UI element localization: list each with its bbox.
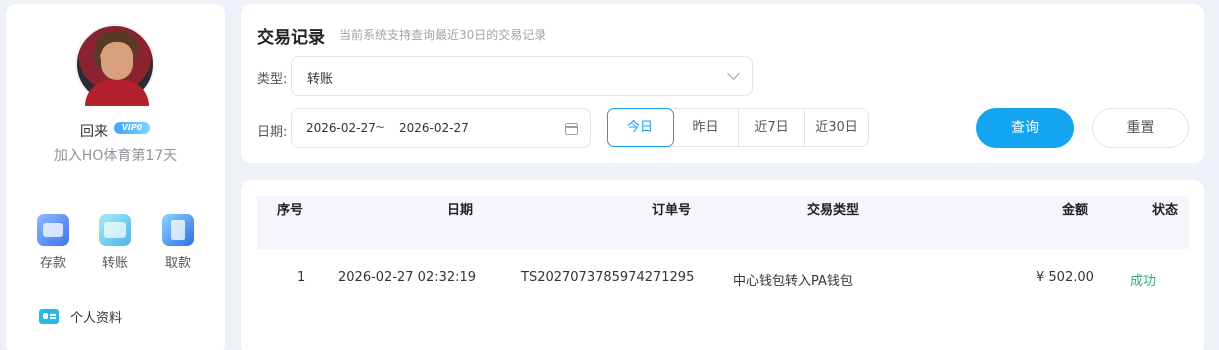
table-header-row: [257, 196, 1189, 249]
column-header-type: 交易类型: [807, 203, 860, 218]
status-badge: 成功: [1130, 274, 1157, 289]
records-table: 序号 日期 订单号 交易类型 金额 状态 1 2026-02-27 02:32:…: [241, 180, 1204, 350]
range-today-button[interactable]: 今日: [607, 108, 674, 147]
deposit-button[interactable]: 存款: [33, 214, 73, 271]
user-sidebar: 回来 VIP0 加入HO体育第17天 存款 转账 取款 个人资料: [6, 4, 225, 350]
deposit-icon: [37, 214, 69, 246]
profile-menu-item[interactable]: 个人资料: [39, 307, 122, 326]
cell-type: 中心钱包转入PA钱包: [733, 274, 853, 289]
id-card-icon: [39, 309, 59, 324]
join-days-text: 加入HO体育第17天: [53, 148, 178, 164]
date-start-input[interactable]: 2026-02-27: [306, 121, 376, 135]
withdraw-button[interactable]: 取款: [158, 214, 198, 271]
page-subtitle: 当前系统支持查询最近30日的交易记录: [339, 28, 547, 42]
column-header-index: 序号: [277, 203, 304, 218]
transfer-icon: [99, 214, 131, 246]
column-header-status: 状态: [1152, 203, 1179, 218]
withdraw-label: 取款: [164, 256, 191, 271]
type-select[interactable]: 转账: [291, 56, 753, 96]
column-header-date: 日期: [447, 203, 474, 218]
range-yesterday-button[interactable]: 昨日: [673, 109, 739, 146]
withdraw-icon: [162, 214, 194, 246]
type-select-value: 转账: [307, 72, 334, 87]
username: 回来: [80, 124, 108, 140]
reset-button[interactable]: 重置: [1092, 108, 1189, 148]
date-separator: ~: [375, 120, 386, 134]
avatar-shirt: [85, 80, 149, 106]
deposit-label: 存款: [39, 256, 66, 271]
cell-date: 2026-02-27 02:32:19: [338, 270, 477, 285]
date-end-input[interactable]: 2026-02-27: [399, 121, 469, 135]
column-header-amount: 金额: [1062, 203, 1089, 218]
avatar[interactable]: [75, 24, 155, 106]
transfer-button[interactable]: 转账: [95, 214, 135, 271]
cell-order-no: TS2027073785974271295: [521, 270, 695, 285]
range-30-days-button[interactable]: 近30日: [805, 109, 868, 146]
vip-badge: VIP0: [114, 122, 150, 134]
date-label: 日期:: [257, 125, 288, 140]
calendar-icon[interactable]: [565, 123, 578, 135]
column-header-order-no: 订单号: [652, 203, 692, 218]
quick-range-group: 今日 昨日 近7日 近30日: [607, 108, 869, 147]
page-title: 交易记录: [257, 28, 325, 48]
transfer-label: 转账: [101, 256, 128, 271]
cell-amount: ¥ 502.00: [1036, 270, 1094, 285]
query-button[interactable]: 查询: [976, 108, 1074, 148]
profile-menu-label: 个人资料: [70, 311, 123, 326]
filter-panel: 交易记录 当前系统支持查询最近30日的交易记录 类型: 转账 日期: 2026-…: [241, 4, 1204, 163]
range-7-days-button[interactable]: 近7日: [739, 109, 805, 146]
cell-index: 1: [297, 270, 306, 285]
date-range-picker[interactable]: 2026-02-27 ~ 2026-02-27: [291, 108, 591, 148]
chevron-down-icon: [727, 67, 740, 80]
type-label: 类型:: [257, 72, 288, 87]
avatar-face: [101, 42, 133, 80]
